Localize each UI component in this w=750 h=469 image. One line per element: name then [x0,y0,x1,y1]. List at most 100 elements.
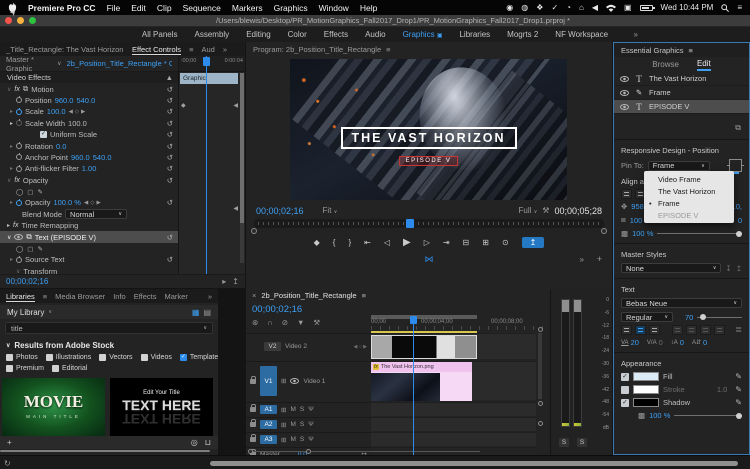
keyframe-nav[interactable]: ◀◇▶ [69,109,86,115]
mute-button[interactable]: M [290,406,295,413]
filter-editorial[interactable]: Editorial [52,365,87,372]
stopwatch-icon[interactable] [16,109,22,115]
push-to-master-icon[interactable]: ↧ [725,264,731,273]
filter-premium[interactable]: Premium [6,365,44,372]
lift-button[interactable]: ⊟ [463,238,470,247]
settings-wrench-icon[interactable]: ⚒ [542,206,549,215]
trash-icon[interactable]: ⊔ [205,438,211,447]
ellipse-mask-icon[interactable]: ◯ [16,245,23,253]
leading-value[interactable]: 0 [703,338,707,347]
reset-icon[interactable]: ↺ [167,233,173,242]
grid-view-icon[interactable]: ▦ [192,308,200,317]
notification-center-icon[interactable]: ≡ [737,3,742,12]
menu-clip[interactable]: Clip [157,3,172,13]
position-x-value[interactable]: 960.0 [55,96,74,105]
slider-knob[interactable] [736,413,742,419]
scroll-handle[interactable] [538,401,543,406]
align-left-button[interactable] [621,189,632,199]
solo-button[interactable]: S [300,406,304,413]
workspace-tab-color[interactable]: Color [288,30,307,39]
status-clock-icon[interactable]: ◔ [566,3,571,12]
scale-width-value[interactable]: 100.0 [68,119,87,128]
stock-template-texthere-thumbnail[interactable]: Edit Your Title TEXT HERE TEXT HERE [110,378,213,438]
filter-photos[interactable]: Photos [6,354,38,361]
rotation-value[interactable]: 0 [738,216,742,225]
zoom-window-button[interactable] [29,17,36,24]
play-button[interactable]: ▶ [403,237,411,248]
reset-icon[interactable]: ↺ [167,85,173,94]
keyframe-offscreen-icon[interactable]: ◀ [233,205,238,212]
track-a2-chip[interactable]: A2 [260,420,277,429]
minimize-window-button[interactable] [17,17,24,24]
effect-controls-tab[interactable]: Effect Controls [132,44,181,55]
mini-timeline-ruler[interactable]: :00;000:00:04 [179,56,245,72]
reset-icon[interactable]: ↺ [167,198,173,207]
track-a3-chip[interactable]: A3 [260,435,277,444]
tracking-value[interactable]: 20 [631,338,639,347]
lock-icon[interactable] [250,437,256,442]
go-to-out-button[interactable]: ⇥ [443,238,450,247]
zoom-level-dropdown[interactable]: Fit ∨ [323,206,338,215]
anchor-x-value[interactable]: 960.0 [71,153,90,162]
add-marker-icon[interactable]: ▼ [297,318,304,327]
text-opacity-slider[interactable] [674,415,742,416]
scroll-handle[interactable] [538,421,543,426]
tab-browse[interactable]: Browse [652,60,679,69]
close-window-button[interactable] [5,17,12,24]
add-item-icon[interactable]: + [7,438,12,447]
blend-mode-dropdown[interactable]: Normal∨ [65,209,127,219]
position-y-value[interactable]: 540.0 [76,96,95,105]
eye-icon[interactable] [14,234,23,240]
chevron-down-icon[interactable]: ∨ [57,60,61,67]
wifi-icon[interactable] [606,4,616,12]
audio-clip-mixer-tab[interactable]: Aud [201,45,214,54]
linked-selection-icon[interactable]: ⊘ [282,318,288,327]
effect-row-opacity-fx[interactable]: ∨fxOpacity↺ [0,175,178,186]
workspace-tab-graphics[interactable]: Graphics ▣ [403,30,443,39]
spotlight-search-icon[interactable] [721,4,729,12]
eye-icon[interactable] [620,90,629,96]
font-family-dropdown[interactable]: Bebas Neue∨ [621,298,742,308]
status-dropbox-icon[interactable]: ❖ [536,3,543,12]
button-overflow-icon[interactable]: » [580,255,584,264]
justify-button[interactable] [714,325,725,335]
text-options-icon[interactable]: ≣ [735,325,742,335]
program-timecode[interactable]: 00;00;02;16 [256,206,304,216]
opacity-slider[interactable] [657,233,742,234]
nest-icon[interactable]: ⊛ [252,318,258,327]
effect-row-time-remapping[interactable]: ▸fxTime Remapping [0,220,178,231]
timeline-settings-wrench-icon[interactable]: ⚒ [313,318,320,327]
keyframe-nav[interactable]: ◀◇▶ [84,200,101,206]
mini-timeline-scrollbar[interactable] [240,73,244,263]
workspace-tab-audio[interactable]: Audio [365,30,385,39]
workspace-tab-nf-workspace[interactable]: NF Workspace [555,30,608,39]
reset-icon[interactable]: ↺ [167,119,173,128]
justify-button[interactable] [672,325,683,335]
workspace-tab-effects[interactable]: Effects [324,30,348,39]
status-volume-icon[interactable]: ◀ [592,3,598,12]
timeline-sequence-tab[interactable]: 2b_Position_Title_Rectangle [261,291,356,300]
workspace-tab-mogrts[interactable]: Mogrts 2 [507,30,538,39]
workspace-tab-all-panels[interactable]: All Panels [142,30,178,39]
workspace-menu-icon[interactable]: ▣ [437,33,443,39]
filter-illustrations[interactable]: Illustrations [46,354,91,361]
mark-out-button[interactable]: } [348,238,351,247]
mini-playhead[interactable] [206,56,207,274]
font-style-dropdown[interactable]: Regular∨ [621,312,673,322]
mic-icon[interactable]: Ψ [308,436,313,443]
libraries-tab[interactable]: Libraries [6,291,35,302]
menu-edit[interactable]: Edit [131,3,146,13]
master-clip-label[interactable]: Master * Graphic [6,55,52,73]
go-to-in-button[interactable]: ⇤ [364,238,371,247]
menu-item-video-frame[interactable]: Video Frame [644,173,734,185]
align-text-right-button[interactable] [649,325,660,335]
status-check-icon[interactable]: ✓ [551,3,558,12]
stopwatch-icon[interactable] [16,200,22,206]
layer-row-vast-horizon[interactable]: T The Vast Horizon [614,72,749,86]
track-v1-chip[interactable]: V1 [260,366,277,396]
keyframe-offscreen-icon[interactable]: ◀ [233,102,238,109]
scale-value[interactable]: 100 [630,216,643,225]
lock-icon[interactable] [250,379,256,384]
workspace-tab-assembly[interactable]: Assembly [195,30,230,39]
shadow-color-swatch[interactable] [633,398,659,407]
